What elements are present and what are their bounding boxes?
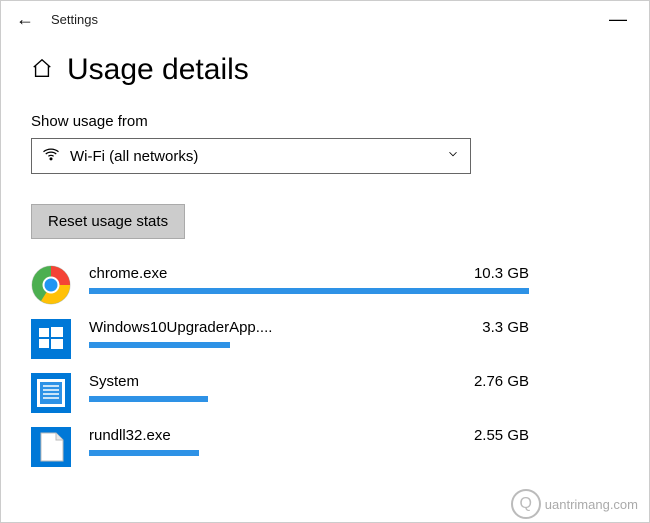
usage-source-dropdown[interactable]: Wi-Fi (all networks) [31,138,471,174]
app-data-usage: 10.3 GB [474,265,529,282]
usage-bar [89,450,529,456]
reset-usage-button[interactable]: Reset usage stats [31,204,185,239]
app-icon [31,319,71,359]
usage-bar [89,342,529,348]
app-icon [31,427,71,467]
window-title: Settings [51,12,98,27]
usage-bar [89,396,529,402]
app-usage-item[interactable]: chrome.exe 10.3 GB [31,265,619,305]
app-data-usage: 3.3 GB [482,319,529,336]
app-icon [31,265,71,305]
usage-bar [89,288,529,294]
app-usage-item[interactable]: rundll32.exe 2.55 GB [31,427,619,467]
app-name: chrome.exe [89,265,167,282]
minimize-button[interactable]: — [595,9,641,30]
app-name: rundll32.exe [89,427,171,444]
app-name: System [89,373,139,390]
app-name: Windows10UpgraderApp.... [89,319,272,336]
app-usage-list: chrome.exe 10.3 GB Windows10UpgraderApp...… [31,265,619,467]
wifi-icon [42,145,60,168]
home-icon[interactable] [31,57,53,84]
app-icon [31,373,71,413]
watermark: Quantrimang.com [511,489,638,519]
app-data-usage: 2.55 GB [474,427,529,444]
dropdown-selected-text: Wi-Fi (all networks) [70,148,446,165]
back-button[interactable]: ← [9,9,41,30]
app-data-usage: 2.76 GB [474,373,529,390]
page-title: Usage details [67,53,249,87]
app-usage-item[interactable]: Windows10UpgraderApp.... 3.3 GB [31,319,619,359]
app-usage-item[interactable]: System 2.76 GB [31,373,619,413]
show-usage-label: Show usage from [31,113,619,130]
chevron-down-icon [446,147,460,166]
